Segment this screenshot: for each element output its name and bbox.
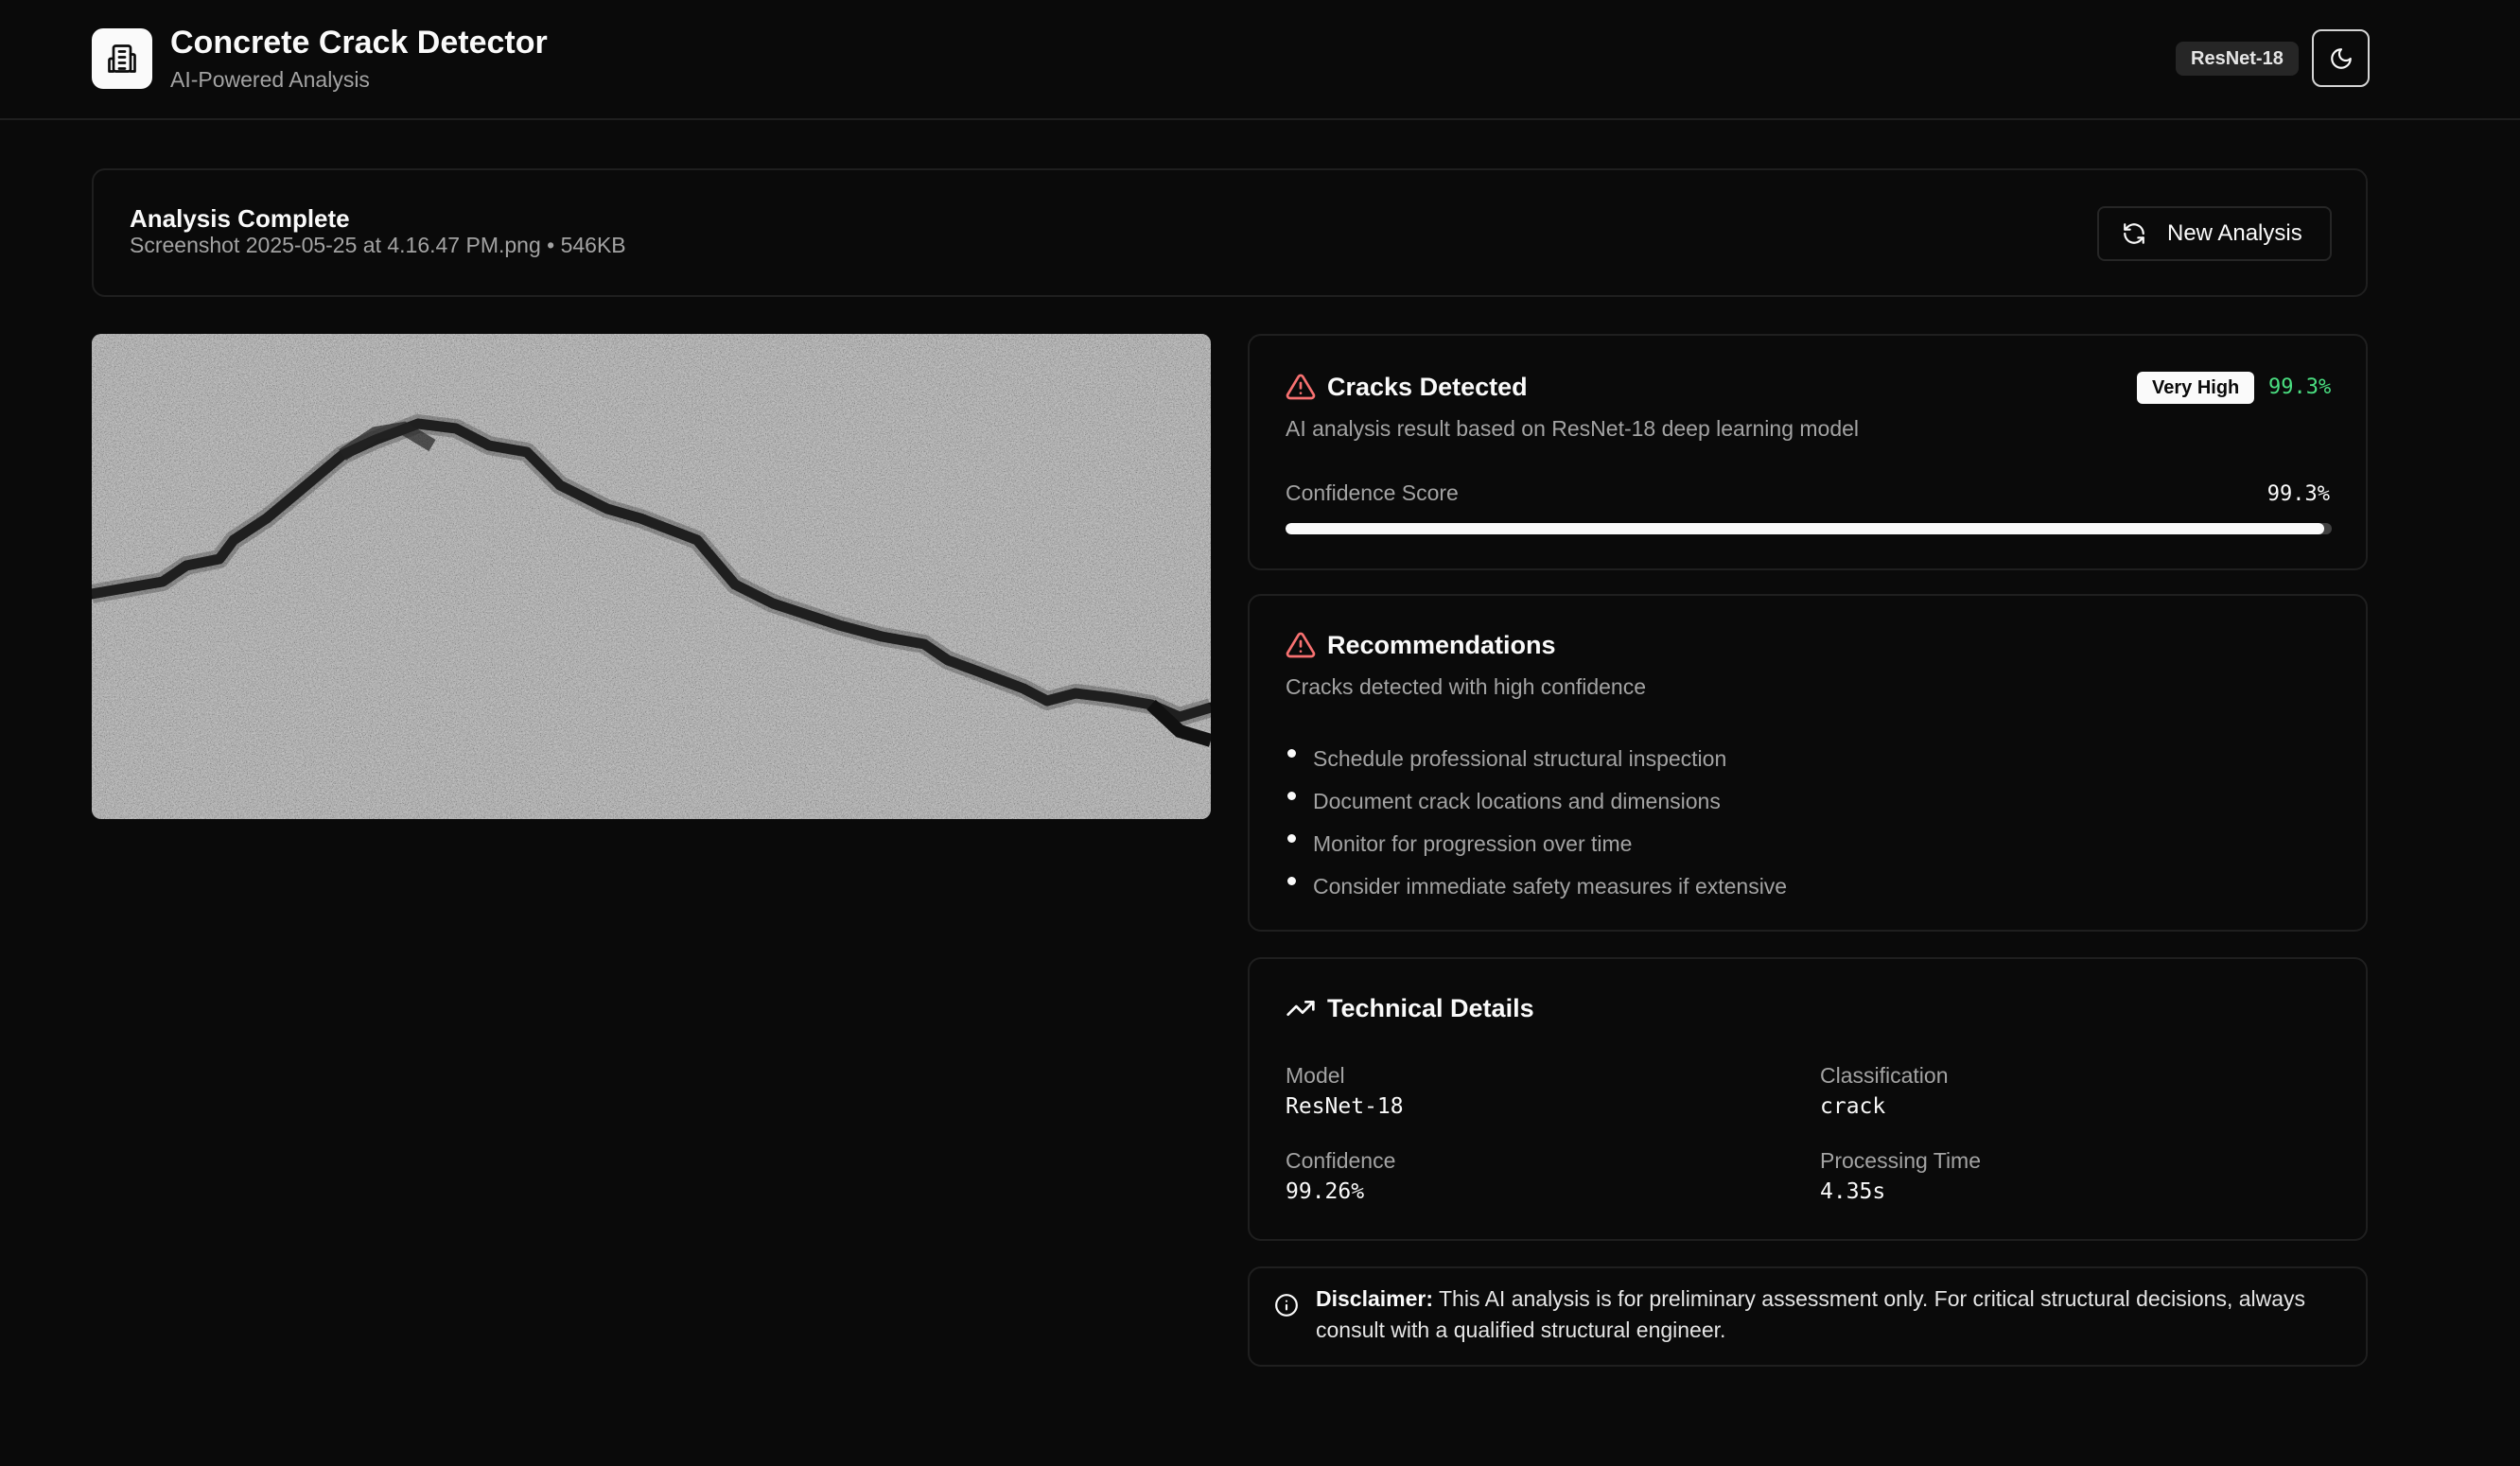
tech-confidence: Confidence 99.26%: [1286, 1148, 1395, 1204]
tech-model-label: Model: [1286, 1063, 1345, 1088]
warning-triangle-icon: [1286, 632, 1316, 658]
theme-toggle-button[interactable]: [2312, 29, 2370, 87]
list-item: Monitor for progression over time: [1286, 823, 1787, 865]
moon-icon: [2330, 47, 2352, 69]
info-icon: [1275, 1294, 1298, 1317]
confidence-progress-fill: [1286, 523, 2325, 534]
detection-result-card: Cracks Detected Very High 99.3% AI analy…: [1248, 334, 2368, 570]
analyzed-image: [92, 334, 1211, 819]
recommendations-description: Cracks detected with high confidence: [1286, 674, 1646, 699]
tech-confidence-value: 99.26%: [1286, 1179, 1365, 1204]
warning-triangle-icon: [1286, 374, 1316, 400]
file-name: Screenshot 2025-05-25 at 4.16.47 PM.png: [130, 233, 541, 257]
building-icon: [92, 28, 152, 89]
list-item: Consider immediate safety measures if ex…: [1286, 865, 1787, 908]
tech-model-value: ResNet-18: [1286, 1094, 1404, 1119]
technical-details-card: Technical Details Model ResNet-18 Classi…: [1248, 957, 2368, 1241]
confidence-score-value: 99.3%: [2266, 482, 2330, 506]
app-header: Concrete Crack Detector AI-Powered Analy…: [0, 0, 2520, 120]
recommendations-title: Recommendations: [1327, 630, 1556, 659]
tech-time-value: 4.35s: [1820, 1179, 1886, 1204]
app-subtitle: AI-Powered Analysis: [170, 67, 370, 92]
tech-classification: Classification crack: [1820, 1063, 1949, 1119]
file-info: Screenshot 2025-05-25 at 4.16.47 PM.png …: [130, 233, 626, 258]
disclaimer-body: This AI analysis is for preliminary asse…: [1316, 1286, 2306, 1342]
tech-time-label: Processing Time: [1820, 1148, 1982, 1173]
confidence-level-badge: Very High: [2137, 372, 2255, 404]
tech-processing-time: Processing Time 4.35s: [1820, 1148, 1981, 1204]
recommendations-card: Recommendations Cracks detected with hig…: [1248, 594, 2368, 932]
tech-confidence-label: Confidence: [1286, 1148, 1396, 1173]
new-analysis-button[interactable]: New Analysis: [2097, 206, 2332, 261]
file-size: 546KB: [560, 233, 626, 257]
technical-title: Technical Details: [1327, 993, 1534, 1022]
disclaimer-box: Disclaimer: This AI analysis is for prel…: [1248, 1266, 2368, 1367]
detection-header: Cracks Detected: [1286, 372, 1528, 402]
new-analysis-label: New Analysis: [2167, 220, 2302, 246]
recommendations-header: Recommendations: [1286, 630, 1556, 660]
technical-header: Technical Details: [1286, 993, 1534, 1023]
tech-model: Model ResNet-18: [1286, 1063, 1404, 1119]
tech-classification-value: crack: [1820, 1094, 1886, 1119]
recommendations-list: Schedule professional structural inspect…: [1286, 738, 1787, 908]
confidence-progress-bar: [1286, 523, 2332, 534]
detection-percent: 99.3%: [2268, 375, 2332, 399]
analysis-status-card: Analysis Complete Screenshot 2025-05-25 …: [92, 168, 2368, 297]
tech-classification-label: Classification: [1820, 1063, 1949, 1088]
list-item: Schedule professional structural inspect…: [1286, 738, 1787, 780]
refresh-icon: [2124, 223, 2144, 244]
disclaimer-text: Disclaimer: This AI analysis is for prel…: [1316, 1283, 2347, 1346]
list-item: Document crack locations and dimensions: [1286, 780, 1787, 823]
model-badge: ResNet-18: [2176, 42, 2299, 76]
detection-description: AI analysis result based on ResNet-18 de…: [1286, 416, 1860, 441]
confidence-score-label: Confidence Score: [1286, 480, 1459, 505]
app-title: Concrete Crack Detector: [170, 25, 548, 61]
detection-title: Cracks Detected: [1327, 372, 1528, 401]
trending-up-icon: [1286, 1001, 1315, 1016]
file-separator: •: [547, 233, 555, 257]
disclaimer-label: Disclaimer:: [1316, 1286, 1434, 1311]
status-title: Analysis Complete: [130, 204, 350, 233]
